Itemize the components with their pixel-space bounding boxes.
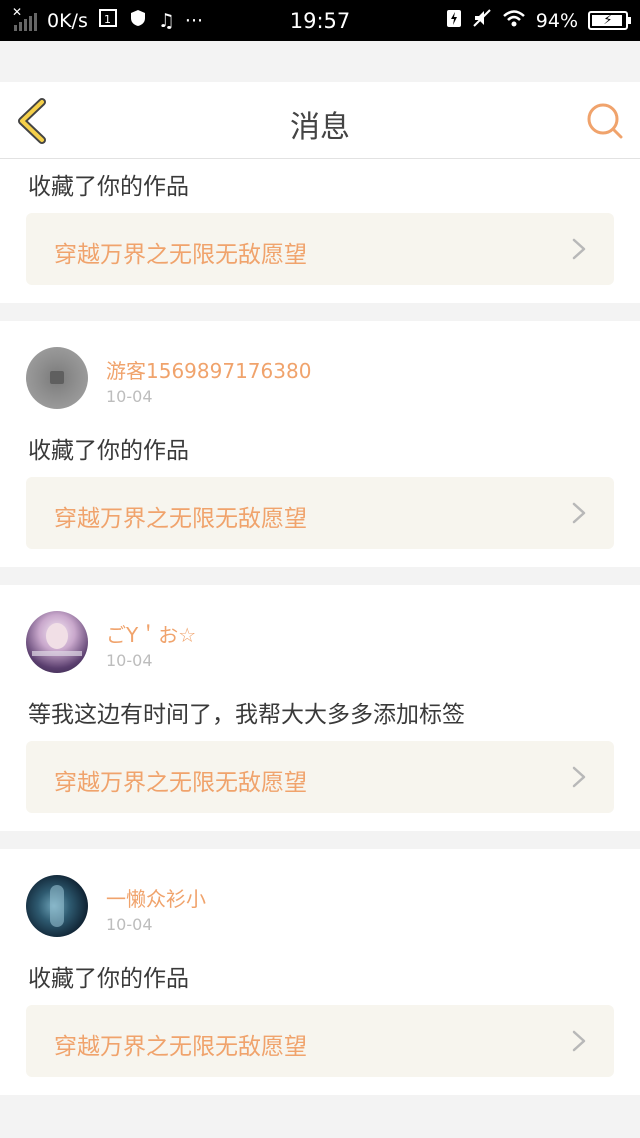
work-title: 穿越万界之无限无敌愿望 [54, 506, 307, 532]
charging-icon [446, 8, 462, 33]
status-left: ✕ 0K/s 1 ♫ ··· [12, 5, 204, 33]
svg-text:1: 1 [104, 13, 111, 26]
chevron-right-icon [572, 766, 586, 788]
work-link[interactable]: 穿越万界之无限无敌愿望 [26, 741, 614, 813]
chevron-right-icon [572, 238, 586, 260]
message-action: 收藏了你的作品 [28, 438, 189, 464]
message-action: 收藏了你的作品 [28, 174, 189, 200]
message-card: 一懒众衫小 10-04 收藏了你的作品 穿越万界之无限无敌愿望 [0, 849, 640, 1095]
chevron-right-icon [572, 502, 586, 524]
work-link[interactable]: 穿越万界之无限无敌愿望 [26, 477, 614, 549]
page-title: 消息 [290, 110, 350, 145]
battery-icon: ⚡ [588, 11, 631, 30]
more-icon: ··· [184, 9, 204, 32]
avatar[interactable] [26, 611, 88, 673]
username[interactable]: ごY＇お☆ [106, 619, 196, 648]
net-speed: 0K/s [47, 9, 88, 32]
search-icon [587, 103, 623, 139]
work-title: 穿越万界之无限无敌愿望 [54, 1034, 307, 1060]
status-right: 94% ⚡ [446, 8, 631, 33]
status-bar: ✕ 0K/s 1 ♫ ··· 19:57 94% ⚡ [0, 0, 640, 41]
avatar[interactable] [26, 347, 88, 409]
wifi-icon [502, 8, 526, 33]
chevron-right-icon [572, 1030, 586, 1052]
sim-icon: 1 [98, 8, 118, 33]
signal-icon: ✕ [12, 5, 37, 31]
mute-icon [472, 8, 492, 33]
work-title: 穿越万界之无限无敌愿望 [54, 770, 307, 796]
message-action: 收藏了你的作品 [28, 966, 189, 992]
work-link[interactable]: 穿越万界之无限无敌愿望 [26, 1005, 614, 1077]
battery-percent: 94% [535, 9, 578, 32]
work-title: 穿越万界之无限无敌愿望 [54, 242, 307, 268]
avatar[interactable] [26, 875, 88, 937]
message-card: 收藏了你的作品 穿越万界之无限无敌愿望 [0, 159, 640, 303]
shield-icon [128, 8, 148, 33]
message-card: ごY＇お☆ 10-04 等我这边有时间了，我帮大大多多添加标签 穿越万界之无限无… [0, 585, 640, 831]
app-header: 消息 [0, 82, 640, 159]
music-icon: ♫ [157, 9, 175, 32]
message-list: 收藏了你的作品 穿越万界之无限无敌愿望 游客1569897176380 10-0… [0, 159, 640, 1113]
message-date: 10-04 [106, 915, 153, 934]
message-card: 游客1569897176380 10-04 收藏了你的作品 穿越万界之无限无敌愿… [0, 321, 640, 567]
username[interactable]: 游客1569897176380 [106, 355, 311, 384]
message-date: 10-04 [106, 651, 153, 670]
message-action: 等我这边有时间了，我帮大大多多添加标签 [28, 702, 465, 728]
username[interactable]: 一懒众衫小 [106, 883, 206, 912]
search-button[interactable] [584, 100, 626, 142]
work-link[interactable]: 穿越万界之无限无敌愿望 [26, 213, 614, 285]
message-date: 10-04 [106, 387, 153, 406]
